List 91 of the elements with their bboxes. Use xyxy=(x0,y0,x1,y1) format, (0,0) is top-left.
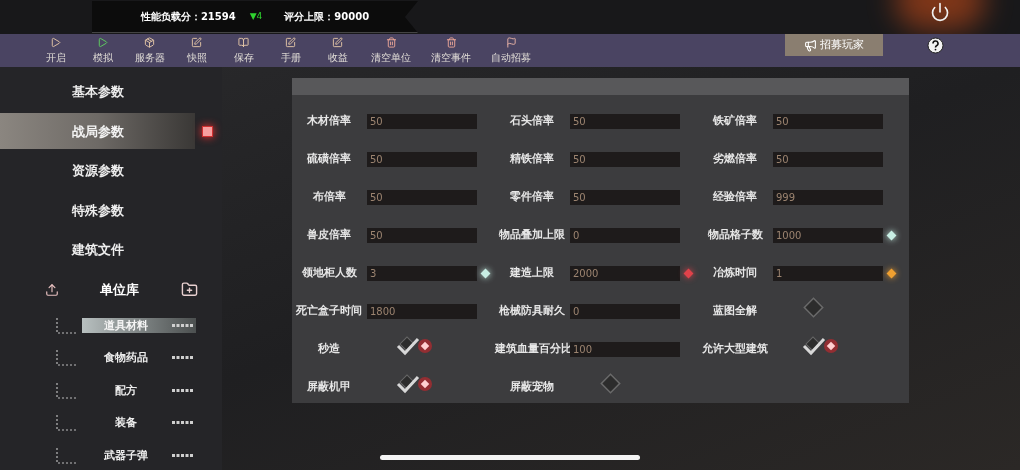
library-item[interactable]: 武器子弹 xyxy=(82,448,196,464)
input-field[interactable]: 50 xyxy=(570,113,680,129)
setting-label: 硫磺倍率 xyxy=(306,150,352,167)
toolbar-button[interactable]: 手册 xyxy=(267,34,314,67)
setting-label: 允许大型建筑 xyxy=(701,340,769,357)
sidebar-item[interactable]: 基本参数 xyxy=(0,73,195,110)
toolbar-button[interactable]: 收益 xyxy=(314,34,361,67)
toolbar-button[interactable]: 清空单位 xyxy=(361,34,421,67)
tree-connector-icon xyxy=(56,415,76,432)
library-item[interactable]: 道具材料 xyxy=(82,318,196,334)
setting-label: 零件倍率 xyxy=(509,188,555,205)
library-item[interactable]: 配方 xyxy=(82,383,196,399)
setting-label: 屏蔽机甲 xyxy=(306,378,352,395)
input-field[interactable]: 0 xyxy=(570,227,680,243)
toolbar-button[interactable]: 自动招募 xyxy=(481,34,541,67)
input-field[interactable]: 1000 xyxy=(773,227,883,243)
upload-icon[interactable] xyxy=(45,282,59,297)
score-limit-text: 评分上限：90000 xyxy=(284,10,370,24)
trend-text: ▼4 xyxy=(249,9,263,23)
input-field[interactable]: 50 xyxy=(367,227,477,243)
setting-label: 物品叠加上限 xyxy=(498,226,566,243)
input-field[interactable]: 2000 xyxy=(570,265,680,281)
setting-label: 屏蔽宠物 xyxy=(509,378,555,395)
toolbar-button[interactable]: 保存 xyxy=(220,34,267,67)
setting-label: 精铁倍率 xyxy=(509,150,555,167)
sidebar-item[interactable]: 战局参数 xyxy=(0,113,195,150)
setting-label: 兽皮倍率 xyxy=(306,226,352,243)
edit-icon xyxy=(191,37,202,48)
selected-indicator xyxy=(202,125,213,137)
dots-icon xyxy=(172,388,194,393)
toolbar-button[interactable]: 清空事件 xyxy=(421,34,481,67)
edit-icon xyxy=(332,37,343,48)
tree-connector-icon xyxy=(56,317,76,334)
library-item[interactable]: 食物药品 xyxy=(82,350,196,366)
add-folder-icon[interactable] xyxy=(181,281,198,298)
input-field[interactable]: 999 xyxy=(773,189,883,205)
input-field[interactable]: 50 xyxy=(773,151,883,167)
library-title: 单位库 xyxy=(98,280,140,299)
load-score-text: 性能负载分：21594 xyxy=(140,10,236,24)
input-field[interactable]: 50 xyxy=(367,189,477,205)
toolbar-button[interactable]: 开启 xyxy=(32,34,79,67)
setting-label: 石头倍率 xyxy=(509,112,555,129)
input-field[interactable]: 50 xyxy=(367,113,477,129)
toolbar-button[interactable]: 快照 xyxy=(173,34,220,67)
library-item[interactable]: 装备 xyxy=(82,415,196,431)
input-field[interactable]: 1800 xyxy=(367,303,477,319)
recruit-button[interactable]: 招募玩家 xyxy=(785,34,883,56)
toolbar-button[interactable]: 服务器 xyxy=(126,34,173,67)
setting-label: 经验倍率 xyxy=(712,188,758,205)
megaphone-icon xyxy=(804,38,817,52)
edit-icon xyxy=(285,37,296,48)
input-field[interactable]: 1 xyxy=(773,265,883,281)
play-icon xyxy=(50,37,61,48)
sidebar-item[interactable]: 资源参数 xyxy=(0,152,195,189)
toolbar-button[interactable]: 模拟 xyxy=(79,34,126,67)
setting-label: 铁矿倍率 xyxy=(711,112,758,129)
input-field[interactable]: 3 xyxy=(367,265,477,281)
book-icon xyxy=(238,37,249,48)
setting-label: 建造上限 xyxy=(508,264,555,281)
tree-connector-icon xyxy=(56,382,76,399)
trash-icon xyxy=(385,37,397,48)
setting-label: 蓝图全解 xyxy=(712,302,758,319)
tree-connector-icon xyxy=(56,447,76,464)
setting-label: 劣燃倍率 xyxy=(712,150,758,167)
play-icon xyxy=(97,37,108,48)
setting-label: 冶炼时间 xyxy=(712,264,758,281)
setting-label: 木材倍率 xyxy=(306,112,352,129)
dots-icon xyxy=(172,356,194,361)
power-icon[interactable] xyxy=(930,2,950,22)
dots-icon xyxy=(172,453,194,458)
input-field[interactable]: 50 xyxy=(570,151,680,167)
setting-label: 物品格子数 xyxy=(706,226,764,243)
setting-label: 枪械防具耐久 xyxy=(498,302,566,319)
input-field[interactable]: 0 xyxy=(570,303,680,319)
box-icon xyxy=(144,37,155,48)
input-field[interactable]: 50 xyxy=(367,151,477,167)
tree-connector-icon xyxy=(56,350,76,367)
input-field[interactable]: 100 xyxy=(570,341,680,357)
dots-icon xyxy=(172,323,194,328)
sidebar-item[interactable]: 建筑文件 xyxy=(0,231,195,268)
setting-label: 布倍率 xyxy=(311,188,347,205)
dots-icon xyxy=(172,421,194,426)
sidebar-item[interactable]: 特殊参数 xyxy=(0,192,195,229)
setting-label: 秒造 xyxy=(317,340,341,357)
input-field[interactable]: 50 xyxy=(570,189,680,205)
setting-label: 死亡盒子时间 xyxy=(295,302,363,319)
trash-icon xyxy=(445,37,457,48)
setting-label: 领地柜人数 xyxy=(300,264,358,281)
input-field[interactable]: 50 xyxy=(773,113,883,129)
flag-icon xyxy=(505,37,517,48)
help-icon[interactable] xyxy=(927,37,944,54)
